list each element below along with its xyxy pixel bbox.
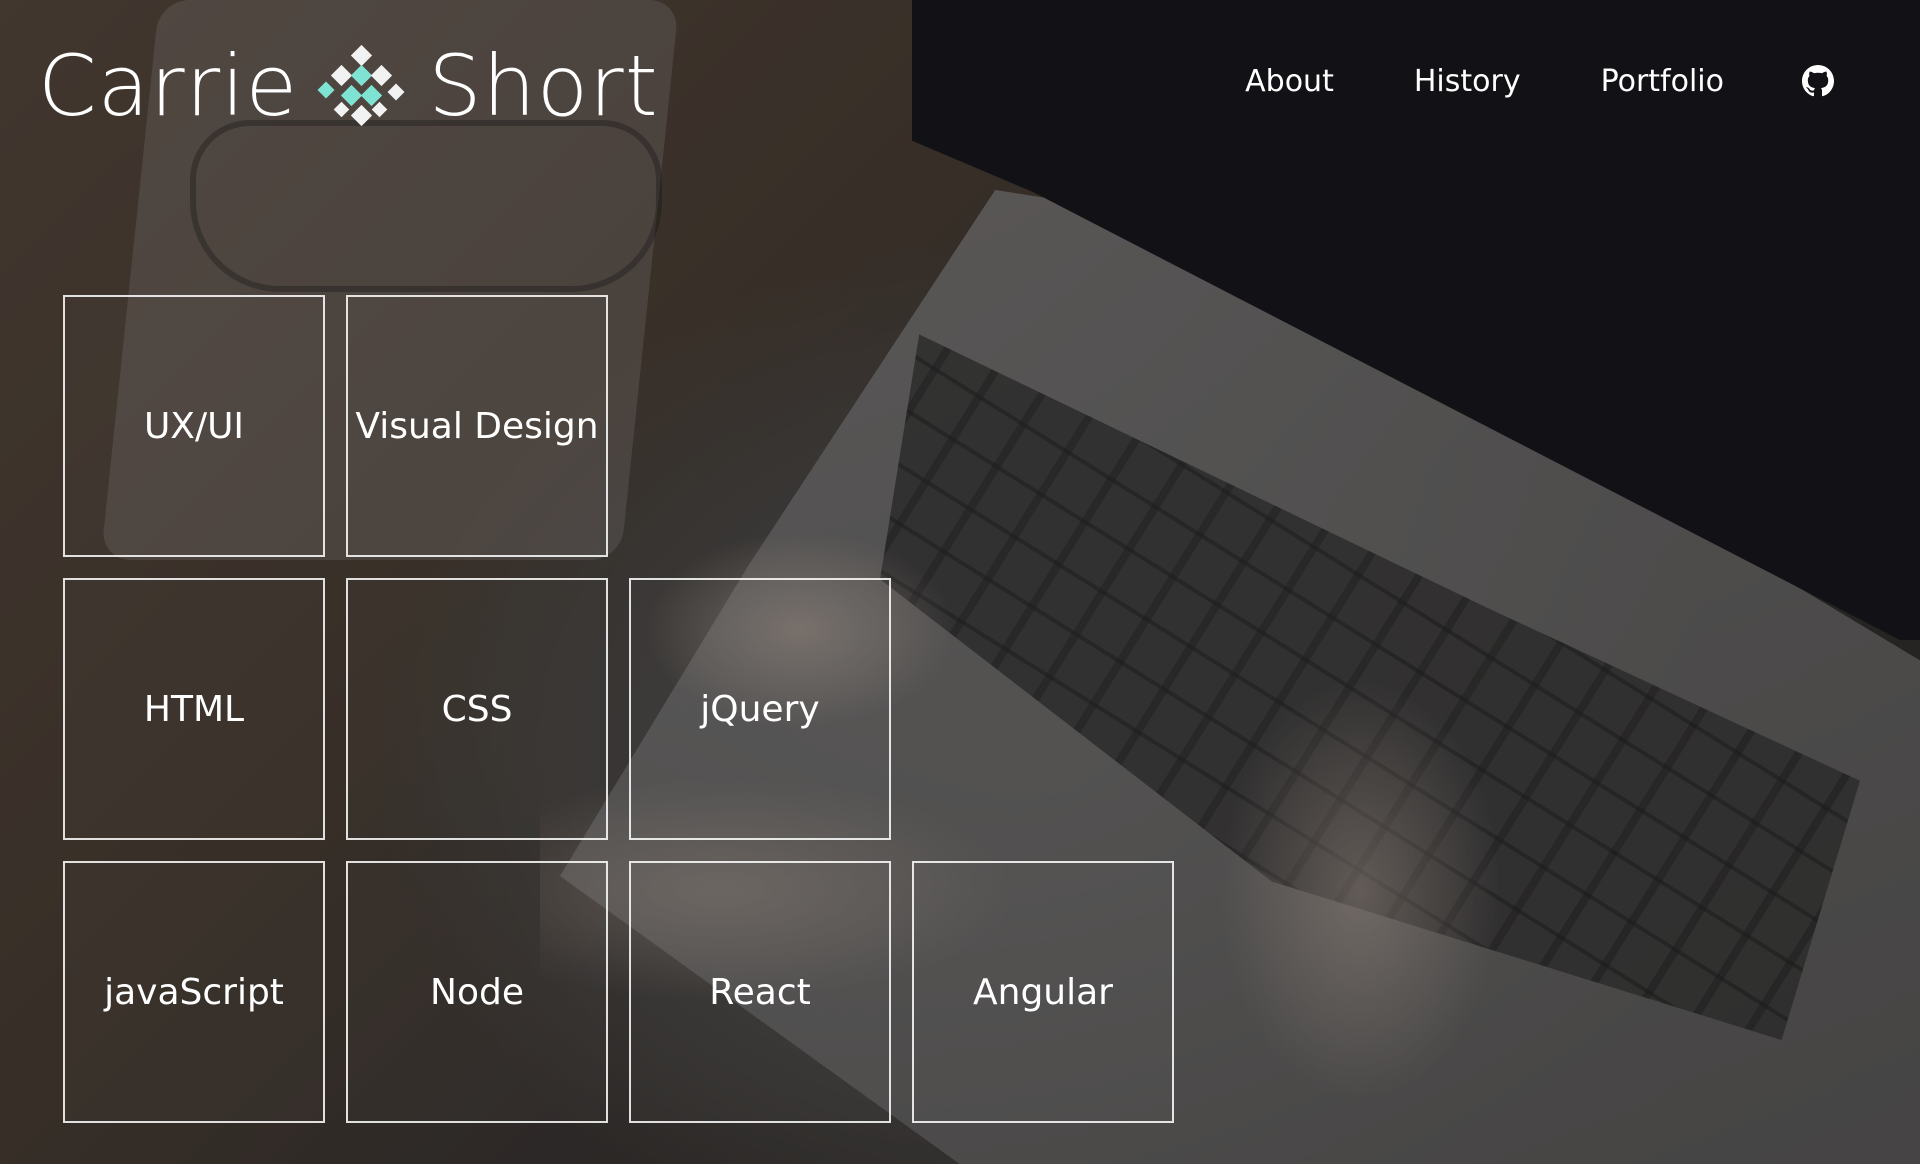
site-logo[interactable]: Carrie Short [38,36,659,136]
main-nav: About History Portfolio [1165,58,1920,104]
skill-tile-css[interactable]: CSS [346,578,608,840]
logo-first-name: Carrie [38,37,299,135]
diamond-cluster-icon [317,44,405,128]
nav-portfolio[interactable]: Portfolio [1601,64,1724,99]
skill-tile-angular[interactable]: Angular [912,861,1174,1123]
skill-tile-visual-design[interactable]: Visual Design [346,295,608,557]
page: Carrie Short About History Portfolio UX/… [0,0,1920,1164]
skill-tile-jquery[interactable]: jQuery [629,578,891,840]
nav-about[interactable]: About [1245,64,1334,99]
skill-tile-react[interactable]: React [629,861,891,1123]
logo-last-name: Short [428,37,659,135]
skill-tile-node[interactable]: Node [346,861,608,1123]
skill-tile-html[interactable]: HTML [63,578,325,840]
skill-tile-ux-ui[interactable]: UX/UI [63,295,325,557]
nav-history[interactable]: History [1414,64,1521,99]
skill-tile-javascript[interactable]: javaScript [63,861,325,1123]
github-icon[interactable] [1802,65,1834,97]
